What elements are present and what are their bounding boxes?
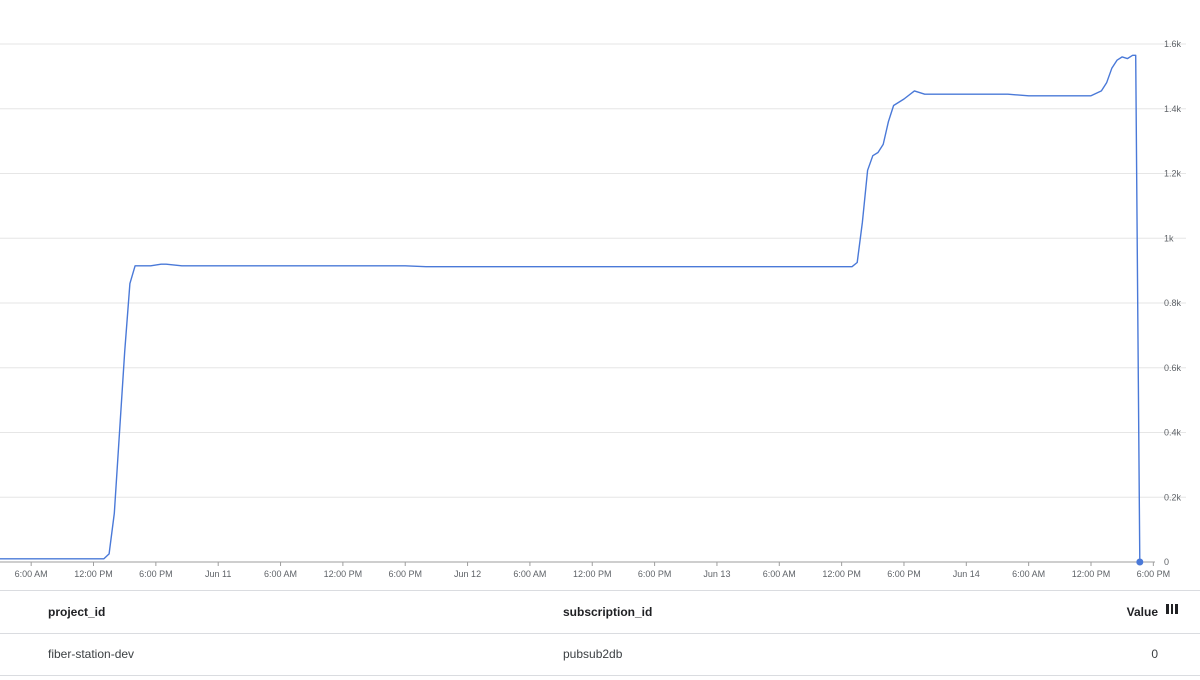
y-tick-label: 0.6k [1164, 363, 1182, 373]
x-tick-label: 6:00 AM [513, 569, 546, 579]
x-tick-label: 6:00 PM [1137, 569, 1171, 579]
x-tick-label: 6:00 AM [15, 569, 48, 579]
line-chart: 0 0.2k 0.4k 0.6k 0.8k 1k 1.2k 1.4k 1.6k 6:00 AM 12… [0, 0, 1200, 590]
y-tick-label: 1k [1164, 233, 1174, 243]
last-data-point [1136, 558, 1144, 566]
cell-subscription-id: pubsub2db [563, 647, 623, 661]
y-tick-label: 0 [1164, 557, 1169, 567]
table-row[interactable]: fiber-station-dev pubsub2db 0 [0, 633, 1200, 676]
x-tick-label: 12:00 PM [573, 569, 612, 579]
column-header-subscription-id[interactable]: subscription_id [563, 591, 652, 633]
cell-value: 0 [1151, 647, 1158, 661]
y-tick-label: 1.4k [1164, 104, 1182, 114]
x-tick-label: 6:00 AM [763, 569, 796, 579]
cell-project-id: fiber-station-dev [48, 647, 135, 661]
y-tick-label: 1.2k [1164, 169, 1182, 179]
x-tick-label: 6:00 AM [264, 569, 297, 579]
y-tick-label: 0.8k [1164, 298, 1182, 308]
x-tick-label: 6:00 PM [139, 569, 173, 579]
x-tick-label: Jun 12 [454, 569, 481, 579]
x-tick-label: 12:00 PM [74, 569, 113, 579]
columns-icon[interactable] [1166, 604, 1179, 614]
x-tick-label: 6:00 AM [1012, 569, 1045, 579]
x-tick-label: Jun 14 [953, 569, 980, 579]
legend-table: project_id subscription_id Value fiber-s… [0, 590, 1200, 680]
y-tick-label: 0.2k [1164, 492, 1182, 502]
x-tick-label: 12:00 PM [324, 569, 363, 579]
x-tick-label: 12:00 PM [1072, 569, 1111, 579]
y-tick-label: 1.6k [1164, 39, 1182, 49]
x-tick-label: 12:00 PM [822, 569, 861, 579]
chart-svg: 0 0.2k 0.4k 0.6k 0.8k 1k 1.2k 1.4k 1.6k 6:00 AM 12… [0, 39, 1186, 579]
y-tick-label: 0.4k [1164, 428, 1182, 438]
x-tick-label: 6:00 PM [887, 569, 921, 579]
column-header-value[interactable]: Value [1127, 591, 1158, 633]
column-header-project-id[interactable]: project_id [48, 591, 105, 633]
table-header-row: project_id subscription_id Value [0, 590, 1200, 634]
x-tick-label: Jun 11 [205, 569, 231, 579]
series-line [0, 54, 1141, 563]
x-tick-label: 6:00 PM [388, 569, 422, 579]
x-tick-label: Jun 13 [703, 569, 730, 579]
x-tick-label: 6:00 PM [638, 569, 672, 579]
